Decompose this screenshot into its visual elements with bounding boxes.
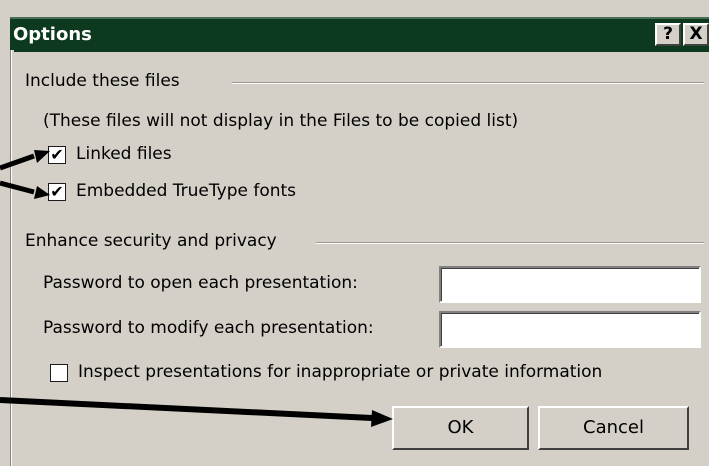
linked-files-label[interactable]: Linked files bbox=[76, 144, 172, 164]
inspect-label[interactable]: Inspect presentations for inappropriate … bbox=[78, 362, 602, 382]
embedded-fonts-label[interactable]: Embedded TrueType fonts bbox=[76, 181, 296, 201]
include-section-heading: Include these files bbox=[25, 71, 180, 91]
ok-button[interactable]: OK bbox=[392, 406, 529, 450]
help-button[interactable]: ? bbox=[655, 23, 681, 46]
password-open-field[interactable] bbox=[439, 266, 701, 303]
dialog-title: Options bbox=[13, 24, 92, 45]
checkmark-icon: ✔ bbox=[50, 145, 64, 164]
security-section-divider bbox=[316, 242, 704, 244]
password-modify-label: Password to modify each presentation: bbox=[43, 318, 374, 338]
embedded-fonts-checkbox[interactable]: ✔ bbox=[48, 183, 66, 201]
password-modify-field[interactable] bbox=[439, 311, 701, 348]
include-note: (These files will not display in the Fil… bbox=[43, 111, 519, 131]
linked-files-checkbox[interactable]: ✔ bbox=[48, 146, 66, 164]
checkmark-icon: ✔ bbox=[50, 182, 64, 201]
inspect-checkbox[interactable] bbox=[50, 364, 68, 382]
include-section-divider bbox=[232, 82, 704, 84]
title-bar: Options ? X bbox=[10, 17, 709, 52]
cancel-button[interactable]: Cancel bbox=[538, 406, 689, 450]
password-open-label: Password to open each presentation: bbox=[43, 273, 358, 293]
security-section-heading: Enhance security and privacy bbox=[25, 231, 277, 251]
close-button[interactable]: X bbox=[683, 23, 709, 46]
dialog-body: Include these files (These files will no… bbox=[14, 50, 709, 466]
